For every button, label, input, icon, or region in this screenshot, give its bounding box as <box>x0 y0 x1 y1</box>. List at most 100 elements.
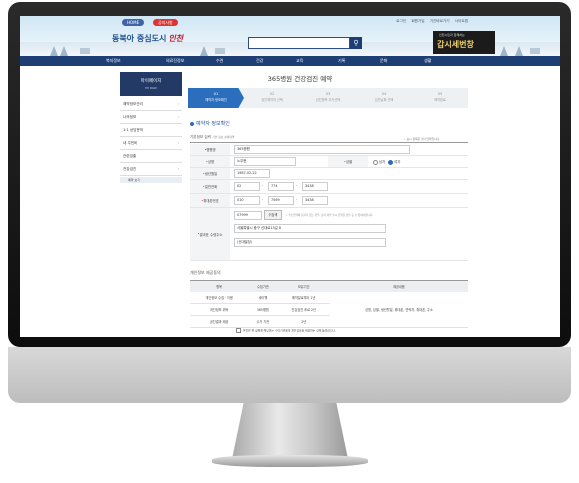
zip-note: • 주소입력에 동의가 있는 경우, 동의 여부 수시 진행할 경우 등 수 있… <box>286 214 374 217</box>
house-icon <box>530 48 540 54</box>
nav-item[interactable]: 의료진정보 <box>166 56 184 66</box>
name-row: 성명 노우현 성별 남자여자 <box>190 156 468 168</box>
chevron-right-icon: › <box>177 167 179 171</box>
zip-search-button[interactable]: ⚲검색 <box>264 210 282 220</box>
chevron-right-icon: › <box>177 115 179 119</box>
phone-row: 일반전화 02 - 774 - 3438 <box>190 180 468 194</box>
agency-link[interactable]: 기관바로가기 <box>430 19 450 23</box>
tree-icon <box>515 46 523 56</box>
nav-item[interactable]: 복지정보 <box>106 56 121 66</box>
col-header: 수집기관 <box>248 280 278 292</box>
search-icon[interactable]: ⚲ <box>350 37 362 49</box>
tree-icon <box>60 46 68 56</box>
radio-female[interactable] <box>388 159 394 165</box>
monitor-stand <box>232 403 348 459</box>
gender-label: 성별 <box>328 156 368 167</box>
consent-table: 항목 수집기관 보유기간 제공내용 개인정보 수집 · 이용 세이웰 예약일로부… <box>190 280 468 328</box>
gender-radio[interactable]: 남자 여자 <box>370 159 401 165</box>
dash: - <box>296 183 298 187</box>
nav-item[interactable]: 문화 <box>380 56 387 66</box>
consent-agreement[interactable]: 본인은 위 항목에 해당하는 수탁기관에게 개인정보를 제공하는 것에 동의합니… <box>236 328 336 333</box>
login-link[interactable]: 로그인 <box>396 19 406 23</box>
sidebar-subtitle: MY PAGE <box>145 87 157 90</box>
sidebar-header: 마이페이지 MY PAGE <box>120 72 182 96</box>
table-row: 개인정보 수집 · 이용 세이웰 예약일로부터 1년 성명, 성별, 생년월일,… <box>190 292 468 328</box>
house-icon <box>215 48 225 54</box>
chevron-right-icon: › <box>177 102 179 106</box>
promo-banner[interactable]: 인천시민과 함께하는 갑시세번창 <box>433 31 495 54</box>
signup-link[interactable]: 회원가입 <box>411 19 424 23</box>
site-logo[interactable]: 동북아 중심도시 인천 <box>112 33 183 44</box>
step-2: 02 검진예약자 선택 <box>261 91 283 102</box>
phone-field-3[interactable]: 3438 <box>302 182 328 191</box>
mobile-field-1[interactable]: 010 <box>234 196 260 205</box>
step-5: 05 예약완료 <box>434 91 446 102</box>
sidebar-item[interactable]: 관련검출 <box>120 150 182 163</box>
birth-row: 생년월일 1987-02-22 <box>190 168 468 180</box>
address-label: 결과표 수령주소 <box>190 208 230 260</box>
mobile-field-2[interactable]: 7569 <box>268 196 294 205</box>
col-header: 보유기간 <box>277 280 330 292</box>
sidebar-title: 마이페이지 <box>140 79 162 84</box>
table-cell: 예약일로부터 1년 <box>277 292 330 304</box>
nav-item[interactable]: 생활 <box>424 56 431 66</box>
col-header: 제공내용 <box>329 280 468 292</box>
phone-label: 일반전화 <box>190 180 230 193</box>
radio-male[interactable] <box>373 159 378 165</box>
phone-field-1[interactable]: 02 <box>234 182 260 191</box>
step-1: 01 예약자 정보확인 <box>188 88 244 108</box>
sidebar-item[interactable]: 나의정보 › <box>120 111 182 124</box>
sidebar-item[interactable]: 내 주민비 › <box>120 137 182 150</box>
consent-title: 개인정보 제공동의 <box>190 270 221 275</box>
nav-item[interactable]: 기록 <box>338 56 345 66</box>
sidebar-item[interactable]: 건강검진 › <box>120 163 182 176</box>
main-nav: 복지정보 의료진정보 수련 건강 교육 기록 문화 생활 <box>20 56 560 66</box>
dash: - <box>262 197 264 201</box>
header: HOME 공지사항 로그인 회원가입 기관바로가기 사이트맵 동북아 중심도시 인… <box>20 16 560 56</box>
hospital-field[interactable]: 365병원 <box>234 145 410 154</box>
table-cell: 공진결과 제공 <box>190 315 249 328</box>
phone-field-2[interactable]: 774 <box>268 182 294 191</box>
subsection-title: 기본정보 입력 기본 정보 상세내역 <box>190 135 235 139</box>
hospital-label: 병원명 <box>190 144 230 155</box>
step-progress: 01 예약자 정보확인 02 검진예약자 선택 03 검진항목 추가선택 04 검진날짜… <box>188 88 468 108</box>
address-row: 결과표 수령주소 07999 ⚲검색 • 주소입력에 동의가 있는 경우, 동의… <box>190 208 468 261</box>
search-input[interactable] <box>248 37 350 49</box>
tree-icon <box>200 46 208 56</box>
notice-button[interactable]: 공지사항 <box>153 19 178 26</box>
birth-field[interactable]: 1987-02-22 <box>234 169 270 178</box>
tree-icon <box>500 46 508 56</box>
section-title: 예약자 정보확인 <box>190 120 230 127</box>
step-3: 03 검진항목 추가선택 <box>315 91 341 102</box>
mobile-field-3[interactable]: 3438 <box>302 196 328 205</box>
hospital-row: 병원명 365병원 <box>190 144 468 156</box>
monitor-base <box>212 455 368 467</box>
mobile-label: 휴대폰번호 <box>190 194 230 207</box>
table-cell: 365병원 <box>248 303 278 316</box>
logo-script: 인천 <box>168 34 184 43</box>
nav-item[interactable]: 교육 <box>296 56 303 66</box>
nav-item[interactable]: 건강 <box>256 56 263 66</box>
table-cell: 개인정보 위탁 <box>190 303 249 316</box>
address-field-1[interactable]: 서울특별시 중구 신대로13길 8 <box>234 224 386 233</box>
table-cell: 개인정보 수집 · 이용 <box>190 292 249 304</box>
banner-title: 갑시세번창 <box>437 40 474 49</box>
home-button[interactable]: HOME <box>122 19 145 26</box>
dash: - <box>296 197 298 201</box>
sidebar-item[interactable]: 예약정보관리 › <box>120 98 182 111</box>
name-field[interactable]: 노우현 <box>234 157 296 166</box>
address-field-2[interactable]: (신대빌딩) <box>234 238 386 247</box>
logo-text: 동북아 중심도시 <box>112 34 167 43</box>
sidebar-subitem[interactable]: 예약 보기 <box>120 177 182 183</box>
step-4: 04 검진날짜 선택 <box>374 91 394 102</box>
birth-label: 생년월일 <box>190 168 230 179</box>
zip-field[interactable]: 07999 <box>234 211 262 220</box>
table-cell: 성명, 성별, 생년월일, 휴대폰, 연락처, 휴대폰, 주소 <box>329 292 468 328</box>
consent-checkbox[interactable] <box>236 328 241 333</box>
required-note: • 표시 항목은 필수입력입니다. <box>404 137 441 141</box>
sitemap-link[interactable]: 사이트맵 <box>455 19 468 23</box>
name-label: 성명 <box>190 156 230 167</box>
nav-item[interactable]: 수련 <box>216 56 223 66</box>
house-icon <box>80 48 90 54</box>
sidebar-item[interactable]: 1:1 상담문의 <box>120 124 182 137</box>
